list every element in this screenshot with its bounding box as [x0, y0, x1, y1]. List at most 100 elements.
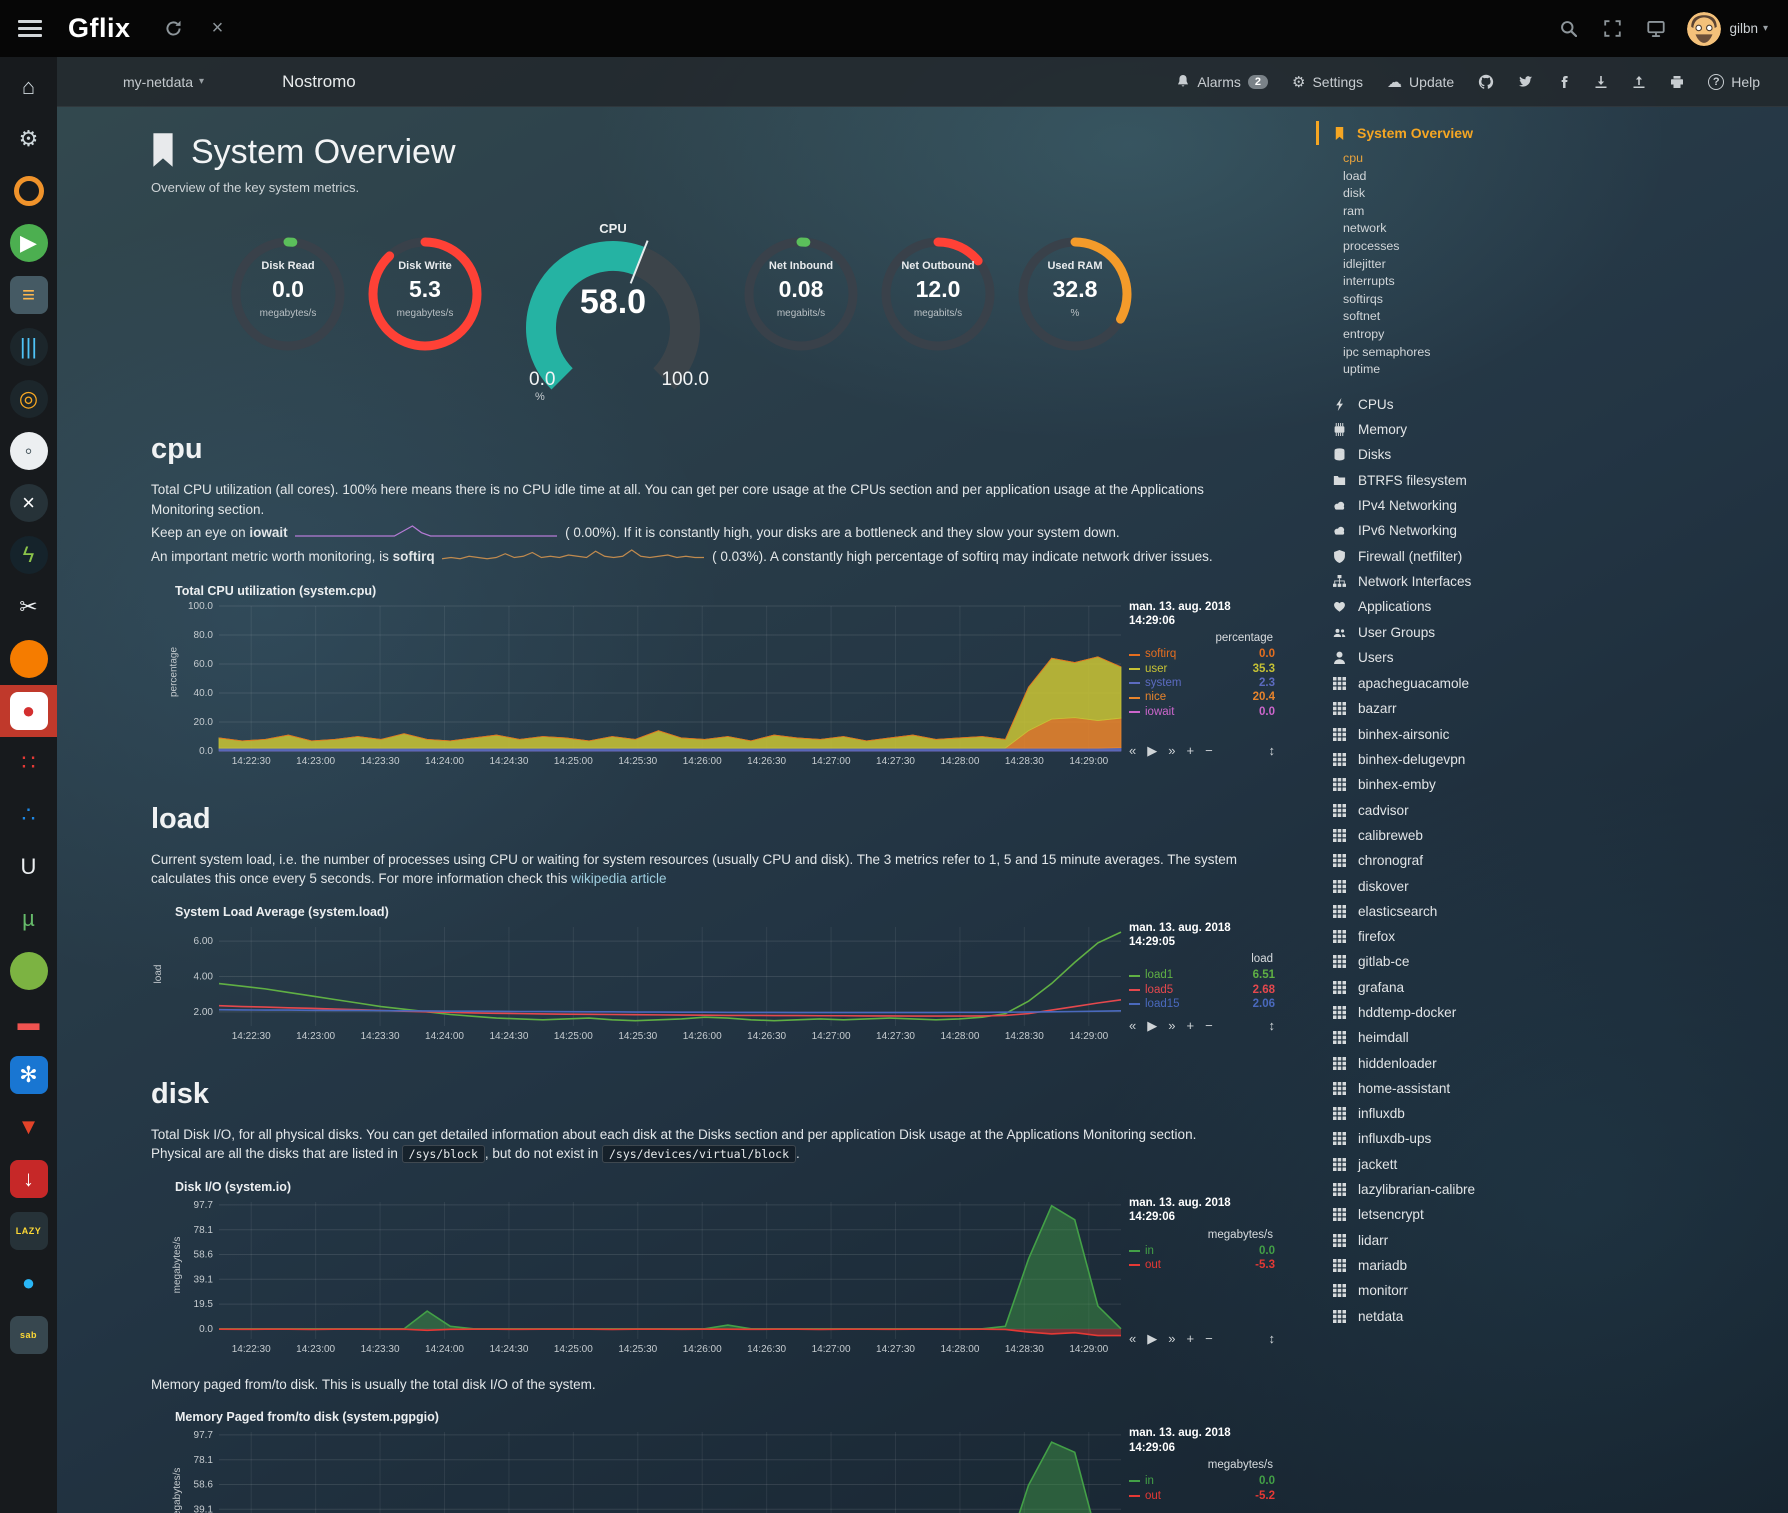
- upload-icon[interactable]: [1632, 75, 1646, 89]
- pan-left-icon[interactable]: «: [1129, 1331, 1136, 1346]
- menu-group[interactable]: Users: [1316, 645, 1568, 670]
- menu-group[interactable]: Applications: [1316, 594, 1568, 619]
- app-gitlab-icon[interactable]: ▼: [0, 1101, 57, 1153]
- menu-subitem[interactable]: cpu: [1343, 150, 1568, 168]
- pan-left-icon[interactable]: «: [1129, 1018, 1136, 1033]
- menu-group[interactable]: BTRFS filesystem: [1316, 468, 1568, 493]
- menu-app[interactable]: netdata: [1316, 1303, 1568, 1328]
- close-icon[interactable]: ×: [205, 16, 231, 42]
- menu-app[interactable]: mariadb: [1316, 1253, 1568, 1278]
- app-container-icon[interactable]: ≡: [0, 269, 57, 321]
- pan-right-icon[interactable]: »: [1168, 1018, 1175, 1033]
- menu-subitem[interactable]: interrupts: [1343, 273, 1568, 291]
- menu-app[interactable]: binhex-emby: [1316, 772, 1568, 797]
- menu-system-overview[interactable]: System Overview: [1316, 121, 1568, 145]
- menu-app[interactable]: cadvisor: [1316, 797, 1568, 822]
- legend-item[interactable]: load1 6.51: [1129, 968, 1275, 982]
- menu-subitem[interactable]: uptime: [1343, 361, 1568, 379]
- menu-subitem[interactable]: softirqs: [1343, 291, 1568, 309]
- menu-group[interactable]: IPv6 Networking: [1316, 518, 1568, 543]
- app-red-dots-icon[interactable]: ∷: [0, 737, 57, 789]
- app-red-download-icon[interactable]: ↓: [0, 1153, 57, 1205]
- menu-app[interactable]: heimdall: [1316, 1025, 1568, 1050]
- twitter-icon[interactable]: [1518, 74, 1533, 89]
- net-outbound-gauge[interactable]: Net Outbound12.0megabits/s: [879, 235, 997, 353]
- menu-group[interactable]: CPUs: [1316, 392, 1568, 417]
- menu-app[interactable]: influxdb-ups: [1316, 1126, 1568, 1151]
- menu-app[interactable]: hddtemp-docker: [1316, 1000, 1568, 1025]
- help-button[interactable]: ? Help: [1708, 74, 1760, 90]
- legend-item[interactable]: in 0.0: [1129, 1244, 1275, 1258]
- resize-icon[interactable]: ↕: [1269, 1331, 1276, 1346]
- menu-app[interactable]: bazarr: [1316, 696, 1568, 721]
- menu-subitem[interactable]: ipc semaphores: [1343, 344, 1568, 362]
- app-search-app-icon[interactable]: ◎: [0, 373, 57, 425]
- play-icon[interactable]: ▶: [1147, 743, 1157, 759]
- menu-app[interactable]: binhex-delugevpn: [1316, 747, 1568, 772]
- legend-item[interactable]: load15 2.06: [1129, 997, 1275, 1011]
- menu-subitem[interactable]: network: [1343, 220, 1568, 238]
- app-sab-icon[interactable]: sab: [0, 1309, 57, 1361]
- menu-subitem[interactable]: processes: [1343, 238, 1568, 256]
- node-name[interactable]: Nostromo: [282, 72, 356, 92]
- menu-app[interactable]: hiddenloader: [1316, 1050, 1568, 1075]
- menu-app[interactable]: grafana: [1316, 975, 1568, 1000]
- app-green-circle-icon[interactable]: [0, 945, 57, 997]
- app-dark-x-icon[interactable]: ×: [0, 477, 57, 529]
- disk-chart[interactable]: megabytes/s 14:22:3014:23:0014:23:3014:2…: [175, 1196, 1275, 1361]
- menu-subitem[interactable]: ram: [1343, 203, 1568, 221]
- app-u-white-icon[interactable]: U: [0, 841, 57, 893]
- menu-app[interactable]: home-assistant: [1316, 1076, 1568, 1101]
- legend-item[interactable]: out -5.3: [1129, 1258, 1275, 1272]
- load-chart[interactable]: load 14:22:3014:23:0014:23:3014:24:0014:…: [175, 921, 1275, 1048]
- menu-app[interactable]: diskover: [1316, 873, 1568, 898]
- download-icon[interactable]: [1594, 75, 1608, 89]
- fullscreen-icon[interactable]: [1599, 16, 1625, 42]
- menu-subitem[interactable]: disk: [1343, 185, 1568, 203]
- menu-app[interactable]: jackett: [1316, 1152, 1568, 1177]
- update-button[interactable]: ☁ Update: [1387, 73, 1454, 91]
- zoom-in-icon[interactable]: +: [1186, 1331, 1194, 1346]
- user-avatar[interactable]: [1687, 12, 1721, 46]
- hamburger-menu-icon[interactable]: [18, 20, 42, 37]
- wikipedia-link[interactable]: wikipedia article: [571, 871, 666, 886]
- play-icon[interactable]: ▶: [1147, 1018, 1157, 1034]
- cpu-gauge[interactable]: CPU58.00.0100.0%: [503, 221, 723, 403]
- server-dropdown[interactable]: my-netdata ▾: [123, 74, 204, 90]
- menu-app[interactable]: calibreweb: [1316, 823, 1568, 848]
- app-blue-dots-icon[interactable]: ∴: [0, 789, 57, 841]
- app-equalizer-icon[interactable]: |||: [0, 321, 57, 373]
- zoom-out-icon[interactable]: −: [1205, 743, 1213, 758]
- menu-app[interactable]: firefox: [1316, 924, 1568, 949]
- legend-item[interactable]: softirq 0.0: [1129, 647, 1275, 661]
- menu-app[interactable]: monitorr: [1316, 1278, 1568, 1303]
- app-scissors-icon[interactable]: ✂: [0, 581, 57, 633]
- app-white-circle-icon[interactable]: ◦: [0, 425, 57, 477]
- menu-app[interactable]: chronograf: [1316, 848, 1568, 873]
- resize-icon[interactable]: ↕: [1269, 743, 1276, 758]
- menu-group[interactable]: Firewall (netfilter): [1316, 544, 1568, 569]
- print-icon[interactable]: [1670, 75, 1684, 89]
- menu-app[interactable]: elasticsearch: [1316, 899, 1568, 924]
- menu-subitem[interactable]: idlejitter: [1343, 256, 1568, 274]
- menu-group[interactable]: Memory: [1316, 417, 1568, 442]
- settings-button[interactable]: ⚙ Settings: [1292, 73, 1363, 91]
- menu-subitem[interactable]: softnet: [1343, 308, 1568, 326]
- legend-item[interactable]: in 0.0: [1129, 1474, 1275, 1488]
- menu-app[interactable]: apacheguacamole: [1316, 671, 1568, 696]
- app-orange-ring-icon[interactable]: [0, 165, 57, 217]
- devices-icon[interactable]: [1643, 16, 1669, 42]
- app-u-green-icon[interactable]: µ: [0, 893, 57, 945]
- facebook-icon[interactable]: [1557, 75, 1570, 89]
- legend-item[interactable]: system 2.3: [1129, 676, 1275, 690]
- play-icon[interactable]: ▶: [1147, 1331, 1157, 1347]
- app-drop-icon[interactable]: ●: [0, 1257, 57, 1309]
- app-bolt-icon[interactable]: ϟ: [0, 529, 57, 581]
- app-pills-icon[interactable]: ▬: [0, 997, 57, 1049]
- menu-group[interactable]: Network Interfaces: [1316, 569, 1568, 594]
- app-active-shield-icon[interactable]: ●: [0, 685, 57, 737]
- legend-item[interactable]: out -5.2: [1129, 1489, 1275, 1503]
- menu-app[interactable]: lidarr: [1316, 1228, 1568, 1253]
- app-green-play-icon[interactable]: ▶: [0, 217, 57, 269]
- zoom-out-icon[interactable]: −: [1205, 1331, 1213, 1346]
